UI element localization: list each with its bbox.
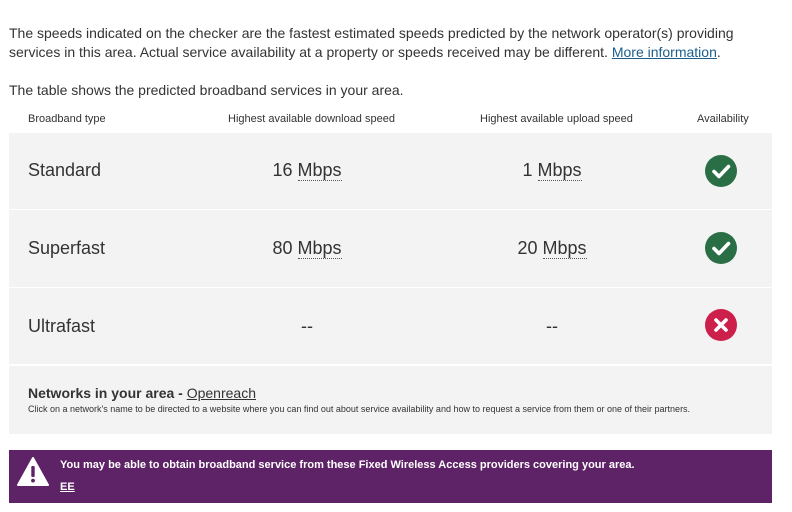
more-information-link[interactable]: More information [612,44,717,60]
upload-speed-unit: Mbps [542,238,587,259]
download-speed-value: -- [227,316,387,337]
speed-disclaimer: The speeds indicated on the checker are … [9,24,779,62]
header-availability: Availability [697,113,749,125]
speed-disclaimer-period: . [716,44,721,60]
networks-panel: Networks in your area - Openreach Click … [9,366,772,434]
header-upload-speed: Highest available upload speed [480,113,633,125]
ee-provider-link[interactable]: EE [60,481,75,493]
broadband-type-label: Superfast [28,238,106,258]
upload-speed-unit: Mbps [537,160,582,181]
download-speed-number: 80 [272,238,293,258]
header-download-speed: Highest available download speed [228,113,395,125]
download-speed-unit: Mbps [297,160,342,181]
cross-circle-icon [705,309,737,341]
warning-triangle-icon [16,456,50,493]
header-broadband-type: Broadband type [28,113,106,125]
fixed-wireless-banner: You may be able to obtain broadband serv… [9,450,772,503]
download-speed-value: 80 Mbps [227,238,387,259]
download-speed-number: 16 [272,160,293,180]
openreach-link[interactable]: Openreach [187,385,256,401]
table-row: Standard 16 Mbps 1 Mbps [9,133,772,210]
download-speed-value: 16 Mbps [227,160,387,181]
networks-label: Networks in your area - [28,385,187,401]
table-intro-text: The table shows the predicted broadband … [9,82,404,98]
download-speed-number: -- [301,316,313,336]
table-header: Broadband type Highest available downloa… [9,111,772,129]
download-speed-unit: Mbps [297,238,342,259]
networks-title: Networks in your area - Openreach [28,385,256,401]
broadband-type-label: Standard [28,160,102,180]
table-row: Superfast 80 Mbps 20 Mbps [9,210,772,288]
networks-note: Click on a network's name to be directed… [28,404,691,414]
check-circle-icon [705,155,737,187]
upload-speed-value: -- [472,316,632,337]
upload-speed-number: -- [546,316,558,336]
check-circle-icon [705,232,737,264]
table-row: Ultrafast -- -- [9,288,772,365]
fixed-wireless-message: You may be able to obtain broadband serv… [60,459,635,471]
upload-speed-value: 20 Mbps [472,238,632,259]
upload-speed-value: 1 Mbps [472,160,632,181]
broadband-type-label: Ultrafast [28,316,96,336]
upload-speed-number: 1 [522,160,533,180]
upload-speed-number: 20 [517,238,538,258]
